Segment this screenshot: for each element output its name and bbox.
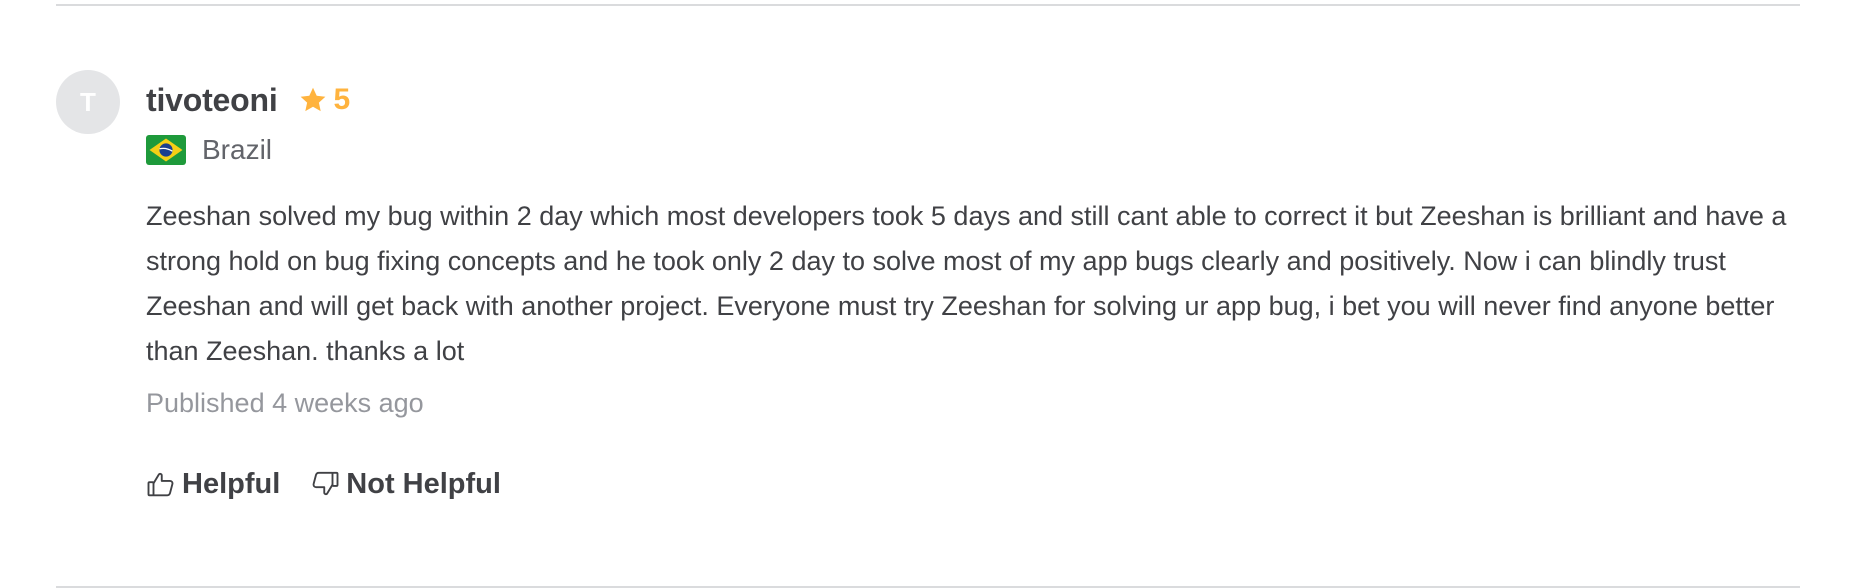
rating: 5 xyxy=(298,83,351,117)
review-text: Zeeshan solved my bug within 2 day which… xyxy=(146,201,1787,366)
reviewer-country: Brazil xyxy=(146,132,1796,168)
thumbs-down-icon xyxy=(310,469,346,499)
published-date: Published 4 weeks ago xyxy=(146,388,424,418)
brazil-flag-icon xyxy=(146,135,186,165)
helpful-label: Helpful xyxy=(182,467,281,500)
review-feedback: Helpful Not Helpful xyxy=(146,464,1796,504)
rating-value: 5 xyxy=(333,83,351,116)
avatar[interactable]: T xyxy=(56,70,120,134)
country-name: Brazil xyxy=(202,134,273,165)
helpful-button[interactable]: Helpful xyxy=(146,468,280,501)
not-helpful-button[interactable]: Not Helpful xyxy=(310,468,501,501)
star-icon xyxy=(298,85,328,115)
reviewer-header: tivoteoni 5 xyxy=(146,80,1796,120)
review-content: tivoteoni 5 Brazil Zeeshan solved my bug… xyxy=(146,70,1796,504)
top-divider xyxy=(56,4,1800,6)
reviewer-username[interactable]: tivoteoni xyxy=(146,82,278,119)
avatar-initial: T xyxy=(80,86,96,117)
thumbs-up-icon xyxy=(146,469,182,499)
not-helpful-label: Not Helpful xyxy=(346,467,501,500)
